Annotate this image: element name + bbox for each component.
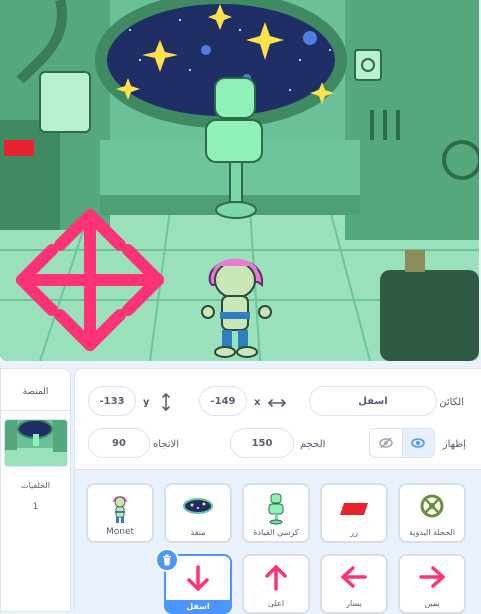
y-label: y	[143, 397, 150, 408]
direction-label: الاتجاه	[153, 439, 180, 450]
x-arrow-icon	[268, 399, 286, 407]
monet-icon	[112, 496, 128, 523]
arrow-up-icon	[265, 565, 287, 591]
sprite-list: الحجلة اليدوية زر كرسي القيادة منفذ Mone…	[75, 469, 481, 614]
visibility-toggle[interactable]	[369, 428, 435, 458]
stage-canvas[interactable]	[0, 0, 479, 361]
y-arrow-icon	[162, 393, 170, 411]
sprite-tile-captain-chair[interactable]: كرسي القيادة	[242, 483, 310, 543]
sprite-name-input[interactable]: اسفل	[309, 386, 437, 416]
y-input[interactable]: -133	[88, 386, 136, 416]
sprite-name: كرسي القيادة	[253, 528, 299, 537]
sprite-name: Monet	[105, 527, 135, 537]
sprite-tile-up[interactable]: اعلى	[242, 554, 310, 614]
direction-input[interactable]: 90	[88, 428, 150, 458]
show-eye-icon[interactable]	[401, 429, 434, 457]
sprite-name: اعلى	[267, 599, 285, 608]
show-label: إظهار	[442, 439, 466, 450]
backdrop-thumbnail[interactable]	[4, 419, 68, 467]
size-input[interactable]: 150	[230, 428, 294, 458]
sprite-name-label: الكائن	[439, 397, 464, 408]
porthole-icon	[183, 498, 213, 514]
trash-icon	[163, 554, 171, 566]
stage-selector-panel[interactable]: المنصة الخلفيات 1	[0, 368, 71, 612]
delete-sprite-button[interactable]	[155, 548, 179, 572]
size-label: الحجم	[300, 439, 326, 450]
sprite-name: منفذ	[190, 528, 206, 537]
hide-eye-icon[interactable]	[370, 429, 402, 457]
sprite-tile-porthole[interactable]: منفذ	[164, 483, 232, 543]
sprite-tile-button[interactable]: زر	[320, 483, 388, 543]
sprite-name: يسار	[346, 599, 362, 608]
backdrops-count: 1	[32, 502, 39, 512]
x-input[interactable]: -149	[199, 386, 247, 416]
sprite-name: اسفل	[166, 600, 230, 614]
x-label: x	[254, 397, 261, 408]
spaceship-backdrop	[0, 0, 479, 361]
arrow-left-icon	[341, 566, 367, 588]
sprite-name: يمين	[424, 599, 440, 608]
red-button-icon	[340, 503, 368, 515]
arrow-down-icon	[187, 565, 209, 591]
backdrops-label: الخلفيات	[21, 481, 50, 490]
sprite-tile-handwheel[interactable]: الحجلة اليدوية	[398, 483, 466, 543]
sprite-tile-monet[interactable]: Monet	[86, 483, 154, 543]
sprite-tile-right[interactable]: يمين	[398, 554, 466, 614]
arrow-right-icon	[419, 566, 445, 588]
captain-chair-icon	[268, 493, 284, 525]
stage-title: المنصة	[22, 387, 49, 397]
sprite-tile-left[interactable]: يسار	[320, 554, 388, 614]
sprite-name: الحجلة اليدوية	[408, 528, 456, 537]
sprite-name: زر	[350, 528, 358, 537]
handwheel-icon	[420, 494, 444, 518]
sprite-info-panel: الكائن اسفل x -149 y -133 إظهار الحجم 15…	[74, 368, 481, 614]
